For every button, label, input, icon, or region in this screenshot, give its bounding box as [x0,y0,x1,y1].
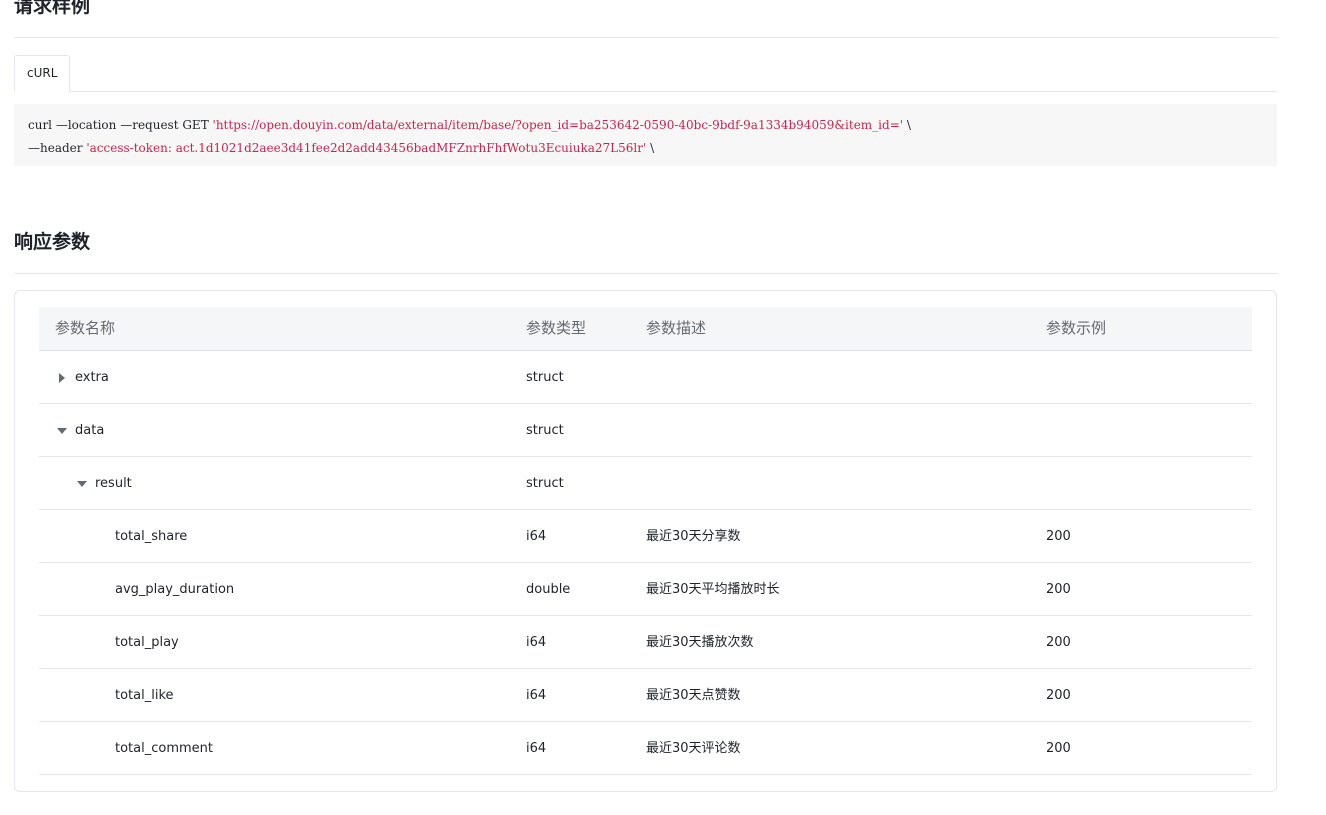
param-desc: 最近30天分享数 [646,529,741,544]
param-name: total_like [115,688,174,703]
param-name: total_share [115,529,188,544]
table-header: 参数名称 参数类型 参数描述 参数示例 [39,307,1252,351]
param-type: i64 [526,741,547,756]
table-row: avg_play_duration double 最近30天平均播放时长 200 [39,563,1252,616]
table-row[interactable]: result struct [39,457,1252,510]
row-name-cell: result [75,457,132,510]
param-type: i64 [526,688,547,703]
params-table-card: 参数名称 参数类型 参数描述 参数示例 extra struct data st… [14,290,1277,792]
table-row: total_play i64 最近30天播放次数 200 [39,616,1252,669]
code-line1-prefix: curl —location —request GET [28,118,213,132]
param-example: 200 [1046,635,1071,650]
row-name-cell: total_comment [115,722,213,775]
code-sample: curl —location —request GET 'https://ope… [14,104,1277,166]
param-name: avg_play_duration [115,582,235,597]
param-example: 200 [1046,582,1071,597]
response-params-title: 响应参数 [14,231,91,253]
row-name-cell: data [55,404,104,457]
table-row[interactable]: data struct [39,404,1252,457]
param-type: struct [526,370,564,385]
header-desc: 参数描述 [646,319,707,337]
api-doc-page: 请求样例 cURL curl —location —request GET 'h… [0,0,1326,815]
param-example: 200 [1046,741,1071,756]
param-name: data [75,423,105,438]
row-name-cell: total_like [115,669,174,722]
code-line1-url: 'https://open.douyin.com/data/external/i… [212,118,904,132]
header-name: 参数名称 [55,319,116,337]
table-row[interactable]: extra struct [39,351,1252,404]
param-name: total_comment [115,741,213,756]
param-type: double [526,582,571,597]
code-line2-suffix: \ [646,141,655,155]
param-desc: 最近30天点赞数 [646,688,741,703]
param-desc: 最近30天平均播放时长 [646,582,780,597]
tab-curl[interactable]: cURL [14,55,71,92]
param-example: 200 [1046,529,1071,544]
param-type: i64 [526,529,547,544]
divider [14,37,1278,38]
param-type: struct [526,423,564,438]
param-example: 200 [1046,688,1071,703]
param-name: result [95,476,132,491]
row-name-cell: total_share [115,510,187,563]
param-name: extra [75,370,109,385]
row-name-cell: extra [55,351,109,404]
param-type: struct [526,476,564,491]
param-desc: 最近30天播放次数 [646,635,754,650]
code-tabs: cURL [14,55,1277,92]
caret-down-icon[interactable] [55,424,69,438]
param-name: total_play [115,635,179,650]
param-desc: 最近30天评论数 [646,741,741,756]
divider [14,273,1278,274]
caret-right-icon[interactable] [55,371,69,385]
request-example-title: 请求样例 [14,0,91,17]
caret-down-icon[interactable] [75,477,89,491]
row-name-cell: avg_play_duration [115,563,234,616]
row-name-cell: total_play [115,616,179,669]
code-line2-value: 'access-token: act.1d1021d2aee3d41fee2d2… [86,141,647,155]
header-type: 参数类型 [526,319,587,337]
params-table: 参数名称 参数类型 参数描述 参数示例 extra struct data st… [39,307,1252,775]
table-row: total_comment i64 最近30天评论数 200 [39,722,1252,775]
code-line2-prefix: —header [28,141,87,155]
table-row: total_share i64 最近30天分享数 200 [39,510,1252,563]
header-example: 参数示例 [1046,319,1107,337]
code-line1-suffix: \ [903,118,911,132]
table-row: total_like i64 最近30天点赞数 200 [39,669,1252,722]
param-type: i64 [526,635,547,650]
